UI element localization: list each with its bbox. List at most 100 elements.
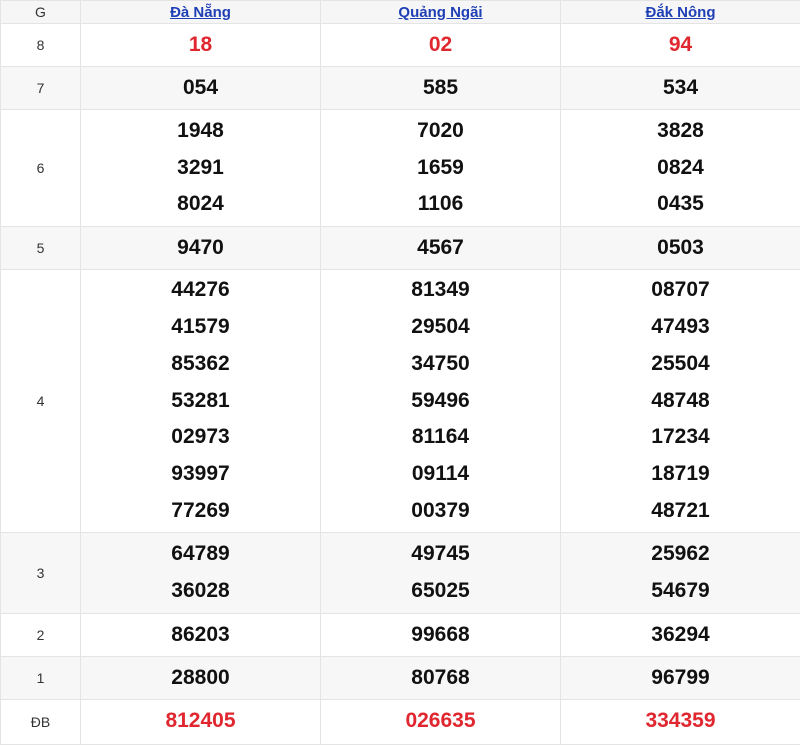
result-number: 54679 [561,573,800,610]
result-number: 1948 [81,113,320,150]
result-number: 44276 [81,272,320,309]
result-cell-da-nang: 194832918024 [81,110,321,227]
result-cell-quang-ngai: 4567 [321,227,561,270]
province-header-dak-nong: Đắk Nông [561,1,800,24]
results-body: 8180294705458553461948329180247020165911… [1,24,800,745]
prize-label: 4 [1,270,81,533]
result-number: 08707 [561,272,800,309]
lottery-results-table: G Đà Nẵng Quảng Ngãi Đắk Nông 8180294705… [0,0,800,745]
province-header-da-nang: Đà Nẵng [81,1,321,24]
prize-column-header: G [1,1,81,24]
result-cell-quang-ngai: 026635 [321,700,561,745]
result-cell-quang-ngai: 585 [321,67,561,110]
province-link-quang-ngai[interactable]: Quảng Ngãi [398,4,482,21]
result-cell-quang-ngai: 02 [321,24,561,67]
result-cell-quang-ngai: 80768 [321,657,561,700]
prize-label: 5 [1,227,81,270]
result-number: 28800 [81,660,320,697]
result-number: 09114 [321,456,560,493]
result-number: 47493 [561,309,800,346]
prize-row: 6194832918024702016591106382808240435 [1,110,800,227]
result-cell-da-nang: 812405 [81,700,321,745]
result-number: 36294 [561,617,800,654]
result-number: 9470 [81,230,320,267]
result-number: 48748 [561,383,800,420]
result-number: 17234 [561,419,800,456]
prize-row: 4442764157985362532810297393997772698134… [1,270,800,533]
result-number: 86203 [81,617,320,654]
result-cell-dak-nong: 08707474932550448748172341871948721 [561,270,800,533]
result-number: 02 [321,27,560,64]
prize-row: 7054585534 [1,67,800,110]
result-number: 81164 [321,419,560,456]
prize-row: 1288008076896799 [1,657,800,700]
prize-label: 1 [1,657,81,700]
result-number: 02973 [81,419,320,456]
prize-row: ĐB812405026635334359 [1,700,800,745]
result-number: 59496 [321,383,560,420]
result-number: 65025 [321,573,560,610]
result-cell-dak-nong: 36294 [561,614,800,657]
prize-row: 5947045670503 [1,227,800,270]
result-number: 18 [81,27,320,64]
result-cell-dak-nong: 0503 [561,227,800,270]
result-number: 29504 [321,309,560,346]
result-number: 41579 [81,309,320,346]
result-number: 812405 [81,700,320,740]
result-number: 534 [561,70,800,107]
result-cell-quang-ngai: 81349295043475059496811640911400379 [321,270,561,533]
result-cell-dak-nong: 382808240435 [561,110,800,227]
result-number: 00379 [321,493,560,530]
prize-label: 7 [1,67,81,110]
result-number: 49745 [321,536,560,573]
result-cell-dak-nong: 96799 [561,657,800,700]
result-number: 18719 [561,456,800,493]
prize-label: 6 [1,110,81,227]
result-cell-da-nang: 054 [81,67,321,110]
result-number: 1659 [321,150,560,187]
result-number: 3291 [81,150,320,187]
result-number: 64789 [81,536,320,573]
result-cell-da-nang: 44276415798536253281029739399777269 [81,270,321,533]
province-link-dak-nong[interactable]: Đắk Nông [645,4,715,21]
result-cell-dak-nong: 334359 [561,700,800,745]
header-row: G Đà Nẵng Quảng Ngãi Đắk Nông [1,1,800,24]
result-number: 81349 [321,272,560,309]
result-number: 7020 [321,113,560,150]
prize-row: 2862039966836294 [1,614,800,657]
result-number: 80768 [321,660,560,697]
result-number: 25504 [561,346,800,383]
result-number: 85362 [81,346,320,383]
result-number: 0435 [561,186,800,223]
prize-label: 2 [1,614,81,657]
result-number: 3828 [561,113,800,150]
result-number: 34750 [321,346,560,383]
result-cell-dak-nong: 2596254679 [561,533,800,614]
province-link-da-nang[interactable]: Đà Nẵng [170,4,231,21]
result-cell-da-nang: 18 [81,24,321,67]
result-number: 96799 [561,660,800,697]
prize-label: 8 [1,24,81,67]
result-number: 585 [321,70,560,107]
result-cell-da-nang: 86203 [81,614,321,657]
prize-label: ĐB [1,700,81,745]
result-cell-quang-ngai: 702016591106 [321,110,561,227]
result-number: 0503 [561,230,800,267]
result-cell-dak-nong: 534 [561,67,800,110]
result-cell-dak-nong: 94 [561,24,800,67]
result-number: 0824 [561,150,800,187]
result-number: 77269 [81,493,320,530]
prize-row: 3647893602849745650252596254679 [1,533,800,614]
result-cell-da-nang: 9470 [81,227,321,270]
result-number: 94 [561,27,800,64]
result-number: 4567 [321,230,560,267]
prize-row: 8180294 [1,24,800,67]
prize-label: 3 [1,533,81,614]
result-number: 53281 [81,383,320,420]
result-number: 1106 [321,186,560,223]
result-cell-quang-ngai: 4974565025 [321,533,561,614]
result-number: 99668 [321,617,560,654]
result-number: 93997 [81,456,320,493]
result-cell-da-nang: 28800 [81,657,321,700]
result-number: 8024 [81,186,320,223]
